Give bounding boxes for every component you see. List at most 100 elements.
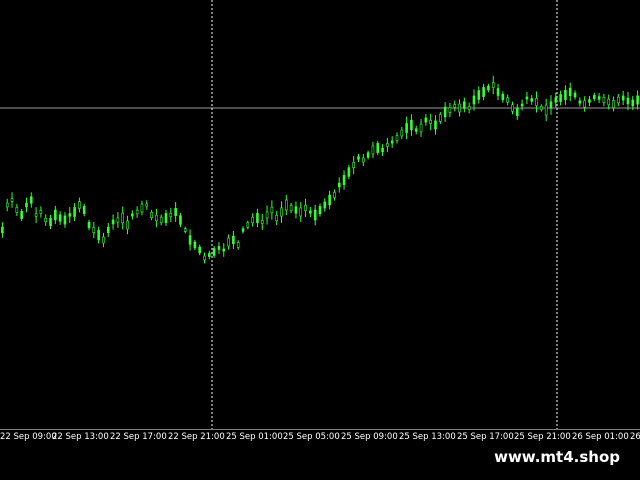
candle <box>1 222 4 238</box>
candle <box>597 92 601 104</box>
candle-body <box>270 206 274 214</box>
candle-body <box>251 216 254 224</box>
candle-body <box>34 213 38 217</box>
candle <box>126 215 129 235</box>
candle <box>15 203 19 217</box>
candle-body <box>232 235 235 245</box>
candle <box>78 197 81 213</box>
candle <box>179 212 182 228</box>
candle <box>453 100 457 112</box>
candle-body <box>381 147 384 153</box>
price-chart[interactable] <box>0 0 640 430</box>
candlestick-chart <box>0 0 640 430</box>
candle <box>491 75 495 95</box>
candle-body <box>501 93 505 101</box>
candle <box>434 115 437 135</box>
candle-body <box>212 248 216 256</box>
candle-body <box>491 82 495 88</box>
candle <box>410 114 413 136</box>
candle-body <box>227 237 230 247</box>
time-tick-label: 22 Sep 13:00 <box>52 432 109 442</box>
candle-body <box>376 143 380 153</box>
candle <box>34 207 38 223</box>
candle <box>58 211 62 225</box>
candle-body <box>78 201 81 209</box>
time-tick-label: 25 Sep 17:00 <box>457 432 514 442</box>
candle <box>20 208 23 222</box>
candle <box>540 104 543 112</box>
candle-body <box>5 202 9 208</box>
candle-body <box>260 220 264 224</box>
candle <box>626 91 630 111</box>
candle-body <box>453 104 457 108</box>
candle-body <box>131 213 134 217</box>
candle <box>289 202 293 214</box>
candle <box>482 83 485 101</box>
candle-body <box>487 85 490 91</box>
candle <box>54 205 57 225</box>
candle <box>400 126 404 140</box>
candle <box>511 101 514 115</box>
candle-body <box>588 99 591 103</box>
candle-body <box>198 246 201 254</box>
candle <box>116 212 120 228</box>
candle-body <box>294 206 298 214</box>
candle-body <box>530 98 534 102</box>
time-tick-label: 22 Sep 21:00 <box>168 432 225 442</box>
candle-body <box>323 201 327 209</box>
candle-body <box>410 119 413 131</box>
candle <box>280 201 283 223</box>
candle-body <box>29 196 33 204</box>
candle <box>554 92 558 108</box>
candle-body <box>573 92 577 98</box>
candle-body <box>515 108 519 116</box>
candle-body <box>424 117 428 123</box>
candle <box>323 198 327 212</box>
candle-body <box>472 95 476 105</box>
watermark-text: www.mt4.shop <box>488 446 626 470</box>
candle <box>458 99 461 117</box>
candle-body <box>621 95 625 101</box>
candle <box>477 86 481 104</box>
candle-body <box>15 207 19 213</box>
candle-body <box>333 192 336 198</box>
candle <box>131 210 134 220</box>
time-tick-label: 26 <box>630 432 640 442</box>
candle-body <box>337 182 341 188</box>
candle-body <box>568 87 572 97</box>
candle-body <box>617 96 620 104</box>
candle-body <box>265 211 269 219</box>
candle-body <box>540 106 543 110</box>
candle <box>246 220 250 230</box>
candle-body <box>525 96 529 100</box>
candle <box>337 177 341 193</box>
candle-body <box>208 253 211 257</box>
time-tick-label: 25 Sep 05:00 <box>283 432 340 442</box>
time-tick-label: 22 Sep 17:00 <box>110 432 167 442</box>
candle-body <box>463 101 466 109</box>
candle <box>44 214 48 226</box>
candle <box>357 153 360 163</box>
candle <box>602 93 606 107</box>
candle <box>29 192 33 208</box>
candle <box>82 203 86 217</box>
candle-body <box>299 207 303 217</box>
candle <box>164 210 168 226</box>
candle <box>174 202 177 222</box>
candle-body <box>159 216 163 224</box>
candle <box>73 203 76 221</box>
candle-body <box>549 101 553 109</box>
candle <box>362 153 365 167</box>
candle-body <box>535 98 538 106</box>
candle-body <box>386 143 389 147</box>
candle-body <box>280 207 283 217</box>
candle <box>535 91 538 113</box>
candle <box>607 94 611 110</box>
candle-body <box>612 100 615 108</box>
candle-body <box>520 103 524 107</box>
candle <box>39 206 43 218</box>
candle <box>333 189 336 201</box>
candle <box>155 208 158 228</box>
candle-body <box>434 120 437 130</box>
candle <box>121 206 125 230</box>
